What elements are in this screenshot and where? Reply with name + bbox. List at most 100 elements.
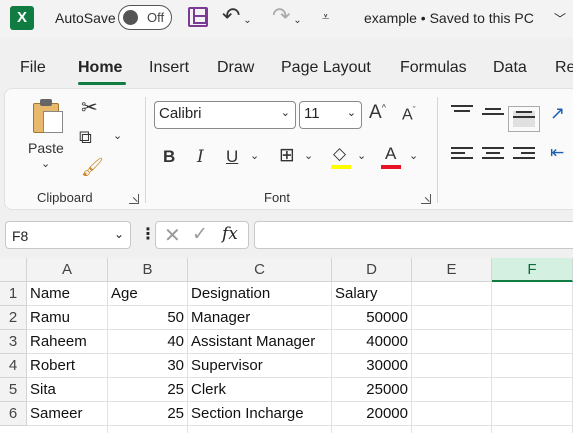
cut-icon[interactable]: ✂ <box>81 95 98 120</box>
cell-b6[interactable]: 25 <box>108 402 188 426</box>
cell-f5[interactable] <box>492 378 573 402</box>
autosave-toggle[interactable]: Off <box>118 5 172 30</box>
align-left-icon[interactable] <box>451 147 473 163</box>
font-launcher-icon[interactable] <box>421 194 431 204</box>
cell-e5[interactable] <box>412 378 492 402</box>
cell-a3[interactable]: Raheem <box>27 330 108 354</box>
tab-review[interactable]: Re <box>555 59 573 77</box>
tab-page-layout[interactable]: Page Layout <box>281 59 371 77</box>
cell-e4[interactable] <box>412 354 492 378</box>
tab-formulas[interactable]: Formulas <box>400 59 467 77</box>
row-header-6[interactable]: 6 <box>0 402 27 426</box>
cell-b5[interactable]: 25 <box>108 378 188 402</box>
row-header-2[interactable]: 2 <box>0 306 27 330</box>
cell-a6[interactable]: Sameer <box>27 402 108 426</box>
cell-d6[interactable]: 20000 <box>332 402 412 426</box>
underline-dropdown-icon[interactable]: ⌄ <box>250 149 259 162</box>
italic-button[interactable]: I <box>197 147 204 167</box>
cell-e3[interactable] <box>412 330 492 354</box>
tab-home[interactable]: Home <box>78 59 122 77</box>
cell-c2[interactable]: Manager <box>188 306 332 330</box>
align-center-icon[interactable] <box>482 147 504 163</box>
enter-icon[interactable]: ✓ <box>192 223 208 246</box>
fill-color-dropdown-icon[interactable]: ⌄ <box>357 149 366 162</box>
copy-icon[interactable]: ⧉ <box>79 127 92 148</box>
cell-f2[interactable] <box>492 306 573 330</box>
row-header-1[interactable]: 1 <box>0 282 27 306</box>
clipboard-launcher-icon[interactable] <box>129 194 139 204</box>
cell-c6[interactable]: Section Incharge <box>188 402 332 426</box>
bold-button[interactable]: B <box>163 147 175 167</box>
cell-c4[interactable]: Supervisor <box>188 354 332 378</box>
cell-d7[interactable] <box>332 426 412 433</box>
decrease-indent-icon[interactable]: ⇤ <box>550 143 564 163</box>
save-icon[interactable] <box>188 7 208 27</box>
orientation-icon[interactable]: ↗ <box>550 103 565 124</box>
cell-e6[interactable] <box>412 402 492 426</box>
cell-b3[interactable]: 40 <box>108 330 188 354</box>
font-size-select[interactable]: 11 ⌄ <box>299 101 362 129</box>
cell-e7[interactable] <box>412 426 492 433</box>
cell-b2[interactable]: 50 <box>108 306 188 330</box>
cell-f4[interactable] <box>492 354 573 378</box>
insert-function-icon[interactable]: fx <box>222 224 238 244</box>
cell-f1[interactable] <box>492 282 573 306</box>
cell-a5[interactable]: Sita <box>27 378 108 402</box>
font-name-select[interactable]: Calibri ⌄ <box>154 101 296 129</box>
cell-f6[interactable] <box>492 402 573 426</box>
increase-font-size-icon[interactable]: A^ <box>369 102 386 124</box>
cell-f7[interactable] <box>492 426 573 433</box>
tab-file[interactable]: File <box>20 59 46 77</box>
cell-d1[interactable]: Salary <box>332 282 412 306</box>
formula-input[interactable] <box>254 221 573 249</box>
bottom-align-icon[interactable] <box>508 106 540 132</box>
cell-c5[interactable]: Clerk <box>188 378 332 402</box>
format-painter-icon[interactable]: 🖌 <box>81 157 104 178</box>
column-header-d[interactable]: D <box>332 258 412 282</box>
fill-color-icon[interactable]: ◇ <box>333 144 346 164</box>
paste-dropdown-icon[interactable]: ⌄ <box>41 157 50 170</box>
copy-dropdown-icon[interactable]: ⌄ <box>113 129 122 142</box>
paste-icon[interactable] <box>33 99 63 133</box>
redo-icon[interactable]: ↷ ⌄ <box>272 3 302 29</box>
borders-dropdown-icon[interactable]: ⌄ <box>304 149 313 162</box>
column-header-f[interactable]: F <box>492 258 573 282</box>
paste-button[interactable]: Paste <box>28 140 64 156</box>
chevron-down-icon[interactable]: ﹀ <box>554 10 566 27</box>
cell-d5[interactable]: 25000 <box>332 378 412 402</box>
row-header-3[interactable]: 3 <box>0 330 27 354</box>
font-color-dropdown-icon[interactable]: ⌄ <box>409 149 418 162</box>
document-title[interactable]: example • Saved to this PC <box>364 10 534 26</box>
chevron-down-icon[interactable]: ⌄ <box>114 227 124 241</box>
cell-b1[interactable]: Age <box>108 282 188 306</box>
column-header-e[interactable]: E <box>412 258 492 282</box>
cell-c1[interactable]: Designation <box>188 282 332 306</box>
cell-a1[interactable]: Name <box>27 282 108 306</box>
top-align-icon[interactable] <box>451 105 473 121</box>
column-header-a[interactable]: A <box>27 258 108 282</box>
cell-d3[interactable]: 40000 <box>332 330 412 354</box>
underline-button[interactable]: U <box>226 147 238 167</box>
row-header-4[interactable]: 4 <box>0 354 27 378</box>
font-color-icon[interactable]: A <box>385 144 396 164</box>
column-header-b[interactable]: B <box>108 258 188 282</box>
undo-dropdown-icon[interactable]: ⌄ <box>240 15 251 26</box>
cell-a4[interactable]: Robert <box>27 354 108 378</box>
name-box[interactable]: F8 ⌄ <box>5 221 131 249</box>
borders-icon[interactable]: ⊞ <box>279 144 295 167</box>
decrease-font-size-icon[interactable]: Aˇ <box>402 105 416 124</box>
cell-f3[interactable] <box>492 330 573 354</box>
redo-dropdown-icon[interactable]: ⌄ <box>290 15 301 26</box>
customize-qat-icon[interactable]: ⩡ <box>322 9 329 25</box>
middle-align-icon[interactable] <box>482 108 504 124</box>
align-right-icon[interactable] <box>513 147 535 163</box>
cell-d2[interactable]: 50000 <box>332 306 412 330</box>
cell-d4[interactable]: 30000 <box>332 354 412 378</box>
undo-icon[interactable]: ↶ ⌄ <box>222 3 252 29</box>
cell-b4[interactable]: 30 <box>108 354 188 378</box>
tab-insert[interactable]: Insert <box>149 59 189 77</box>
cell-e1[interactable] <box>412 282 492 306</box>
cell-a2[interactable]: Ramu <box>27 306 108 330</box>
select-all-corner[interactable] <box>0 258 27 282</box>
tab-draw[interactable]: Draw <box>217 59 254 77</box>
